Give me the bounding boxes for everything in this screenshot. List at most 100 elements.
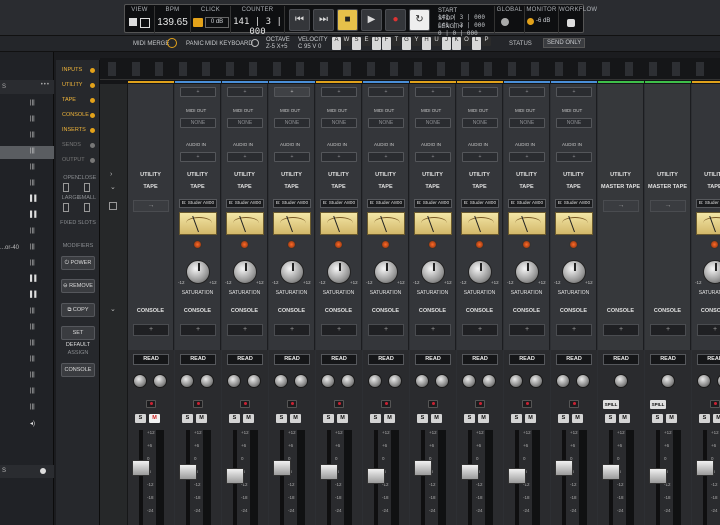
overview-strip[interactable]: [108, 62, 116, 76]
browser-item[interactable]: ▌▌: [0, 194, 54, 207]
pan-knob-right[interactable]: [153, 374, 167, 388]
browser-item[interactable]: ◂): [0, 418, 54, 431]
piano-key[interactable]: Y: [412, 37, 421, 46]
tape-plugin-header[interactable]: B: Studer A800: [461, 199, 499, 208]
view-toggle-sends[interactable]: SENDS: [58, 139, 98, 152]
pan-knob-left[interactable]: [227, 374, 241, 388]
small-toggle[interactable]: [84, 203, 90, 212]
set-default-button[interactable]: SET DEFAULT: [61, 326, 95, 348]
overview-strip[interactable]: [672, 62, 680, 76]
record-button[interactable]: ●: [385, 9, 406, 31]
overview-strip[interactable]: [648, 62, 657, 76]
record-arm-button[interactable]: [146, 400, 156, 408]
audio-in-add[interactable]: +: [415, 152, 451, 162]
midi-out-select[interactable]: NONE: [509, 118, 545, 128]
status-value[interactable]: SEND ONLY: [543, 38, 586, 48]
stop-button[interactable]: ■: [337, 9, 358, 31]
overview-strip[interactable]: [155, 62, 163, 76]
pan-knob-right[interactable]: [247, 374, 261, 388]
bpm-value[interactable]: 139.65: [155, 17, 190, 28]
piano-key[interactable]: F: [382, 37, 391, 50]
view-toggle-output[interactable]: OUTPUT: [58, 154, 98, 167]
solo-button[interactable]: S: [464, 414, 475, 423]
solo-button[interactable]: S: [605, 414, 616, 423]
pan-knob-right[interactable]: [482, 374, 496, 388]
browser-item[interactable]: |||: [0, 306, 54, 319]
browser-item[interactable]: |||: [0, 354, 54, 367]
piano-key[interactable]: D: [372, 37, 381, 50]
overview-strip[interactable]: [390, 62, 398, 76]
counter-value[interactable]: 141 | 3 | 000: [231, 17, 284, 37]
volume-fader[interactable]: [461, 464, 479, 480]
browser-item[interactable]: ▌▌: [0, 290, 54, 303]
power-icon[interactable]: [167, 38, 177, 48]
browser-menu-icon[interactable]: •••: [41, 82, 50, 88]
browser-item[interactable]: |||: [0, 402, 54, 415]
volume-fader[interactable]: [696, 460, 714, 476]
console-add-slot[interactable]: +: [180, 324, 216, 336]
piano-key[interactable]: W: [342, 37, 351, 46]
click-section[interactable]: CLICK 0 dB: [191, 6, 231, 33]
piano-key[interactable]: E: [362, 37, 371, 46]
record-arm-button[interactable]: [287, 400, 297, 408]
browser-item[interactable]: |||: [0, 258, 54, 271]
console-add-slot[interactable]: +: [415, 324, 451, 336]
overview-strip[interactable]: [225, 62, 234, 76]
tape-led[interactable]: [334, 240, 343, 249]
record-arm-button[interactable]: [193, 400, 203, 408]
console-add-slot[interactable]: +: [274, 324, 310, 336]
mute-button[interactable]: M: [478, 414, 489, 423]
piano-key[interactable]: S: [352, 37, 361, 50]
saturation-knob[interactable]: [280, 260, 304, 284]
console-button[interactable]: CONSOLE: [61, 363, 95, 377]
browser-item[interactable]: |||: [0, 226, 54, 239]
piano-key[interactable]: J: [442, 37, 451, 50]
audio-in-add[interactable]: +: [321, 152, 357, 162]
solo-button[interactable]: S: [323, 414, 334, 423]
automation-read-button[interactable]: READ: [274, 354, 310, 365]
bpm-section[interactable]: BPM 139.65: [155, 6, 191, 33]
record-arm-button[interactable]: [569, 400, 579, 408]
browser-item[interactable]: |||: [0, 130, 54, 143]
tape-led[interactable]: [710, 240, 719, 249]
power-button[interactable]: ⏻ POWER: [61, 256, 95, 270]
tape-led[interactable]: [475, 240, 484, 249]
overview-strip[interactable]: [601, 62, 610, 76]
overview-strip[interactable]: [249, 62, 257, 76]
tape-led[interactable]: [522, 240, 531, 249]
automation-read-button[interactable]: READ: [697, 354, 720, 365]
console-add-slot[interactable]: +: [321, 324, 357, 336]
console-add-slot[interactable]: +: [509, 324, 545, 336]
pan-knob[interactable]: [614, 374, 628, 388]
rewind-button[interactable]: ⏮: [289, 9, 310, 31]
tape-led[interactable]: [193, 240, 202, 249]
overview-strip[interactable]: [578, 62, 586, 76]
pan-knob-left[interactable]: [180, 374, 194, 388]
midi-out-select[interactable]: NONE: [321, 118, 357, 128]
pan-knob-left[interactable]: [274, 374, 288, 388]
browser-item[interactable]: |||: [0, 386, 54, 399]
spill-button[interactable]: SPILL: [650, 400, 666, 409]
input-add-slot[interactable]: +: [274, 87, 310, 97]
midi-out-select[interactable]: NONE: [274, 118, 310, 128]
browser-item[interactable]: |||: [0, 338, 54, 351]
play-button[interactable]: ▶: [361, 9, 382, 31]
console-add-slot[interactable]: +: [133, 324, 169, 336]
input-add-slot[interactable]: +: [556, 87, 592, 97]
browser-item[interactable]: |||: [0, 114, 54, 127]
record-arm-button[interactable]: [710, 400, 720, 408]
view-section[interactable]: VIEW: [125, 6, 155, 33]
audio-in-add[interactable]: +: [227, 152, 263, 162]
midi-out-select[interactable]: NONE: [556, 118, 592, 128]
automation-read-button[interactable]: READ: [462, 354, 498, 365]
volume-fader[interactable]: [508, 468, 526, 484]
volume-fader[interactable]: [320, 464, 338, 480]
monitor-value[interactable]: -6 dB: [536, 18, 550, 24]
tape-plugin-header[interactable]: B: Studer A800: [555, 199, 593, 208]
pan-knob-left[interactable]: [462, 374, 476, 388]
overview-strip[interactable]: [366, 62, 375, 76]
pan-knob-left[interactable]: [509, 374, 523, 388]
tape-plugin-header[interactable]: B: Studer A800: [320, 199, 358, 208]
console-add-slot[interactable]: +: [603, 324, 639, 336]
tape-led[interactable]: [381, 240, 390, 249]
